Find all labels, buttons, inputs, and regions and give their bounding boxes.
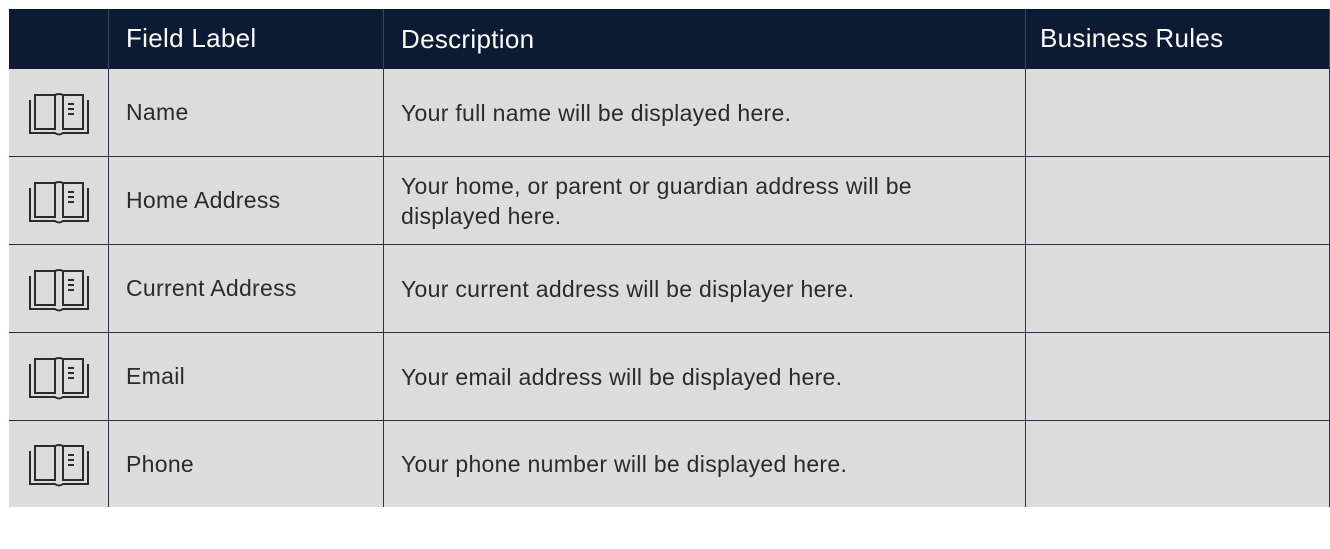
- field-description: Your full name will be displayed here.: [384, 69, 1026, 157]
- table-row-4-icon-cell[interactable]: [9, 421, 109, 507]
- business-rules-cell: [1026, 245, 1330, 333]
- field-description: Your email address will be displayed her…: [384, 333, 1026, 421]
- field-label: Name: [109, 69, 384, 157]
- book-icon[interactable]: [27, 89, 91, 137]
- field-table: Field Label Description Business Rules N…: [9, 9, 1330, 507]
- book-icon[interactable]: [27, 265, 91, 313]
- field-label: Home Address: [109, 157, 384, 245]
- field-label: Current Address: [109, 245, 384, 333]
- business-rules-cell: [1026, 69, 1330, 157]
- header-description: Description: [384, 9, 1026, 69]
- book-icon[interactable]: [27, 440, 91, 488]
- field-label: Phone: [109, 421, 384, 507]
- book-icon[interactable]: [27, 353, 91, 401]
- table-row-3-icon-cell[interactable]: [9, 333, 109, 421]
- field-label: Email: [109, 333, 384, 421]
- business-rules-cell: [1026, 421, 1330, 507]
- business-rules-cell: [1026, 157, 1330, 245]
- table-row-2-icon-cell[interactable]: [9, 245, 109, 333]
- business-rules-cell: [1026, 333, 1330, 421]
- header-icon-column: [9, 9, 109, 69]
- field-description: Your current address will be displayer h…: [384, 245, 1026, 333]
- header-field-label: Field Label: [109, 9, 384, 69]
- field-description: Your phone number will be displayed here…: [384, 421, 1026, 507]
- header-business-rules: Business Rules: [1026, 9, 1330, 69]
- table-row-0-icon-cell[interactable]: [9, 69, 109, 157]
- table-row-1-icon-cell[interactable]: [9, 157, 109, 245]
- field-description: Your home, or parent or guardian address…: [384, 157, 1026, 245]
- book-icon[interactable]: [27, 177, 91, 225]
